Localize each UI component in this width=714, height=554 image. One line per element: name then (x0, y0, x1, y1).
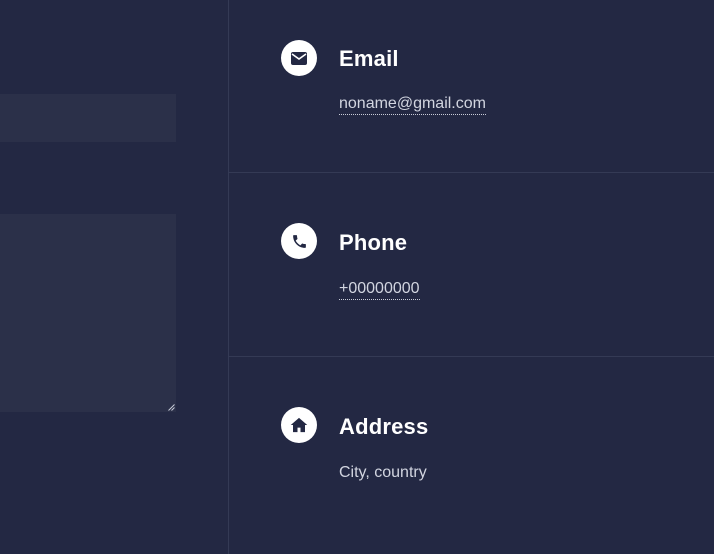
contact-info: Email noname@gmail.com Phone +00000000 A… (229, 0, 714, 554)
message-textarea[interactable] (0, 214, 176, 412)
contact-title-email: Email (339, 46, 399, 71)
contact-title-address: Address (339, 414, 429, 439)
phone-icon (281, 223, 317, 259)
envelope-icon (281, 40, 317, 76)
contact-item-phone: Phone +00000000 (229, 173, 714, 356)
contact-item-address: Address City, country (229, 357, 714, 554)
contact-page: Email noname@gmail.com Phone +00000000 A… (0, 0, 714, 554)
form-input-field[interactable] (0, 94, 176, 142)
address-value: City, country (339, 464, 427, 481)
contact-item-email: Email noname@gmail.com (229, 0, 714, 172)
resize-handle-icon[interactable] (168, 404, 175, 411)
phone-link[interactable]: +00000000 (339, 280, 420, 300)
home-icon (281, 407, 317, 443)
contact-form (0, 0, 228, 554)
contact-title-phone: Phone (339, 230, 408, 255)
email-link[interactable]: noname@gmail.com (339, 95, 486, 115)
